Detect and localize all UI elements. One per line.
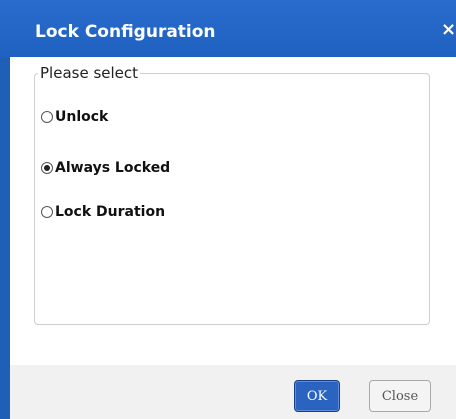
option-always-locked[interactable]: Always Locked [41, 158, 170, 178]
always-locked-radio[interactable] [41, 162, 53, 174]
ok-button[interactable]: OK [294, 380, 340, 412]
lock-option-group: Please select Unlock Always Locked Lock … [34, 64, 430, 325]
option-unlock[interactable]: Unlock [41, 107, 108, 127]
dialog-content: Please select Unlock Always Locked Lock … [10, 57, 456, 419]
close-icon[interactable]: × [441, 18, 456, 42]
always-locked-label: Always Locked [55, 160, 171, 176]
group-legend: Please select [40, 64, 139, 82]
unlock-radio[interactable] [41, 111, 53, 123]
dialog-footer: OK Close [10, 365, 456, 419]
dialog-titlebar: Lock Configuration × [0, 0, 456, 57]
unlock-label: Unlock [55, 109, 109, 125]
option-lock-duration[interactable]: Lock Duration [41, 202, 165, 222]
dialog-title: Lock Configuration [35, 22, 216, 42]
close-button[interactable]: Close [369, 380, 431, 412]
lock-duration-radio[interactable] [41, 206, 53, 218]
lock-configuration-dialog: Lock Configuration × Please select Unloc… [0, 0, 456, 419]
lock-duration-label: Lock Duration [55, 204, 166, 220]
